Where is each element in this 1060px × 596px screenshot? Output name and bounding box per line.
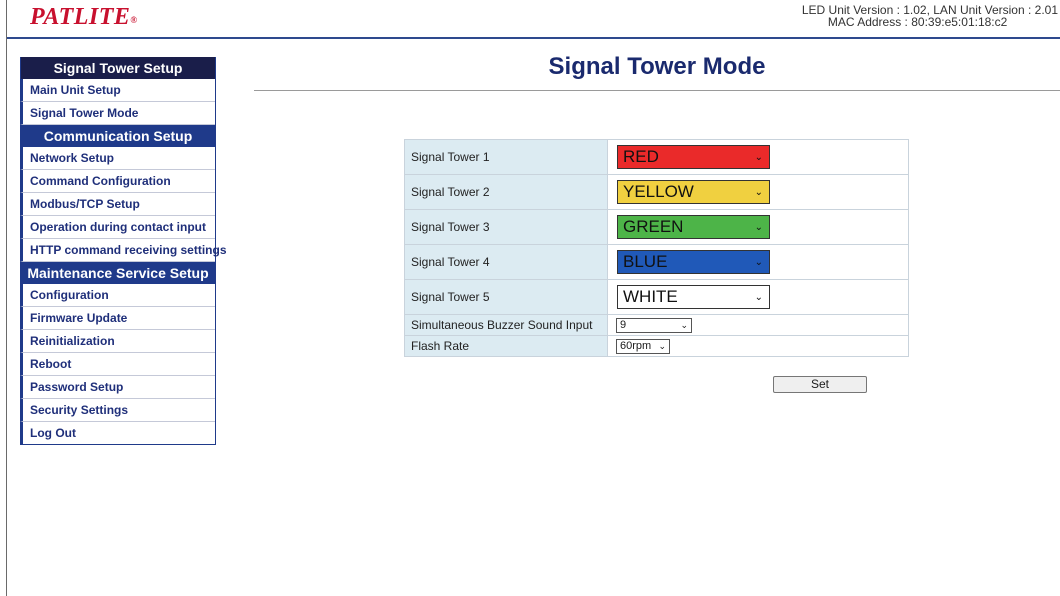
signal-tower-1-label: Signal Tower 1 <box>404 139 608 175</box>
sidebar-item-command-configuration[interactable]: Command Configuration <box>20 170 215 193</box>
mac-address: MAC Address : 80:39:e5:01:18:c2 <box>827 15 1008 29</box>
signal-tower-5-value: WHITE <box>623 287 678 306</box>
sidebar-item-configuration[interactable]: Configuration <box>20 284 215 307</box>
signal-tower-1-select[interactable]: RED ⌄ <box>617 145 770 169</box>
header-divider <box>7 37 1060 39</box>
chevron-down-icon: ⌄ <box>754 186 763 198</box>
sidebar-item-security-settings[interactable]: Security Settings <box>20 399 215 422</box>
chevron-down-icon: ⌄ <box>754 256 763 268</box>
set-button[interactable]: Set <box>773 376 867 393</box>
table-row: Simultaneous Buzzer Sound Input 9 ⌄ <box>404 314 909 336</box>
sidebar: Signal Tower Setup Main Unit Setup Signa… <box>20 57 227 445</box>
signal-tower-3-select[interactable]: GREEN ⌄ <box>617 215 770 239</box>
registered-mark: ® <box>130 15 138 25</box>
flash-rate-label: Flash Rate <box>404 335 608 357</box>
chevron-down-icon: ⌄ <box>754 151 763 163</box>
signal-tower-4-label: Signal Tower 4 <box>404 244 608 280</box>
signal-tower-3-label: Signal Tower 3 <box>404 209 608 245</box>
frame-border <box>6 0 7 596</box>
chevron-down-icon: ⌄ <box>680 319 688 330</box>
signal-tower-4-value: BLUE <box>623 252 668 271</box>
sidebar-item-password-setup[interactable]: Password Setup <box>20 376 215 399</box>
header: PATLITE® LED Unit Version : 1.02, LAN Un… <box>7 0 1060 36</box>
sidebar-item-log-out[interactable]: Log Out <box>20 422 215 444</box>
settings-table: Signal Tower 1 RED ⌄ Signal Tower 2 YELLO… <box>404 139 909 357</box>
sidebar-heading-communication-setup: Communication Setup <box>21 125 215 147</box>
signal-tower-1-value: RED <box>623 147 659 166</box>
sidebar-heading-signal-tower-setup: Signal Tower Setup <box>21 57 215 79</box>
signal-tower-3-value: GREEN <box>623 217 684 236</box>
patlite-logo: PATLITE® <box>30 4 138 31</box>
table-row: Signal Tower 2 YELLOW ⌄ <box>404 174 909 210</box>
sidebar-item-signal-tower-mode[interactable]: Signal Tower Mode <box>20 102 215 125</box>
sidebar-item-main-unit-setup[interactable]: Main Unit Setup <box>20 79 215 102</box>
signal-tower-2-select[interactable]: YELLOW ⌄ <box>617 180 770 204</box>
table-row: Signal Tower 3 GREEN ⌄ <box>404 209 909 245</box>
flash-rate-value: 60rpm <box>620 340 652 353</box>
sidebar-item-operation-contact-input[interactable]: Operation during contact input <box>20 216 215 239</box>
buzzer-input-select[interactable]: 9 ⌄ <box>616 317 692 333</box>
signal-tower-2-value: YELLOW <box>623 182 694 201</box>
table-row: Flash Rate 60rpm ⌄ <box>404 335 909 357</box>
sidebar-item-reboot[interactable]: Reboot <box>20 353 215 376</box>
logo-text: PATLITE <box>30 4 131 30</box>
buzzer-input-value: 9 <box>620 319 627 332</box>
signal-tower-5-label: Signal Tower 5 <box>404 279 608 315</box>
chevron-down-icon: ⌄ <box>658 340 666 351</box>
chevron-down-icon: ⌄ <box>754 291 763 303</box>
sidebar-item-modbus-tcp-setup[interactable]: Modbus/TCP Setup <box>20 193 215 216</box>
table-row: Signal Tower 5 WHITE ⌄ <box>404 279 909 315</box>
sidebar-item-network-setup[interactable]: Network Setup <box>20 147 215 170</box>
flash-rate-select[interactable]: 60rpm ⌄ <box>616 338 670 354</box>
title-divider <box>254 90 1060 91</box>
sidebar-item-firmware-update[interactable]: Firmware Update <box>20 307 215 330</box>
sidebar-heading-maintenance-service-setup: Maintenance Service Setup <box>21 262 215 284</box>
sidebar-item-reinitialization[interactable]: Reinitialization <box>20 330 215 353</box>
table-row: Signal Tower 4 BLUE ⌄ <box>404 244 909 280</box>
chevron-down-icon: ⌄ <box>754 221 763 233</box>
buzzer-input-label: Simultaneous Buzzer Sound Input <box>404 314 608 336</box>
page-title: Signal Tower Mode <box>548 53 766 80</box>
version-info: LED Unit Version : 1.02, LAN Unit Versio… <box>802 4 1058 28</box>
signal-tower-2-label: Signal Tower 2 <box>404 174 608 210</box>
signal-tower-5-select[interactable]: WHITE ⌄ <box>617 285 770 309</box>
table-row: Signal Tower 1 RED ⌄ <box>404 139 909 175</box>
sidebar-item-http-command-settings[interactable]: HTTP command receiving settings <box>20 239 227 262</box>
signal-tower-4-select[interactable]: BLUE ⌄ <box>617 250 770 274</box>
